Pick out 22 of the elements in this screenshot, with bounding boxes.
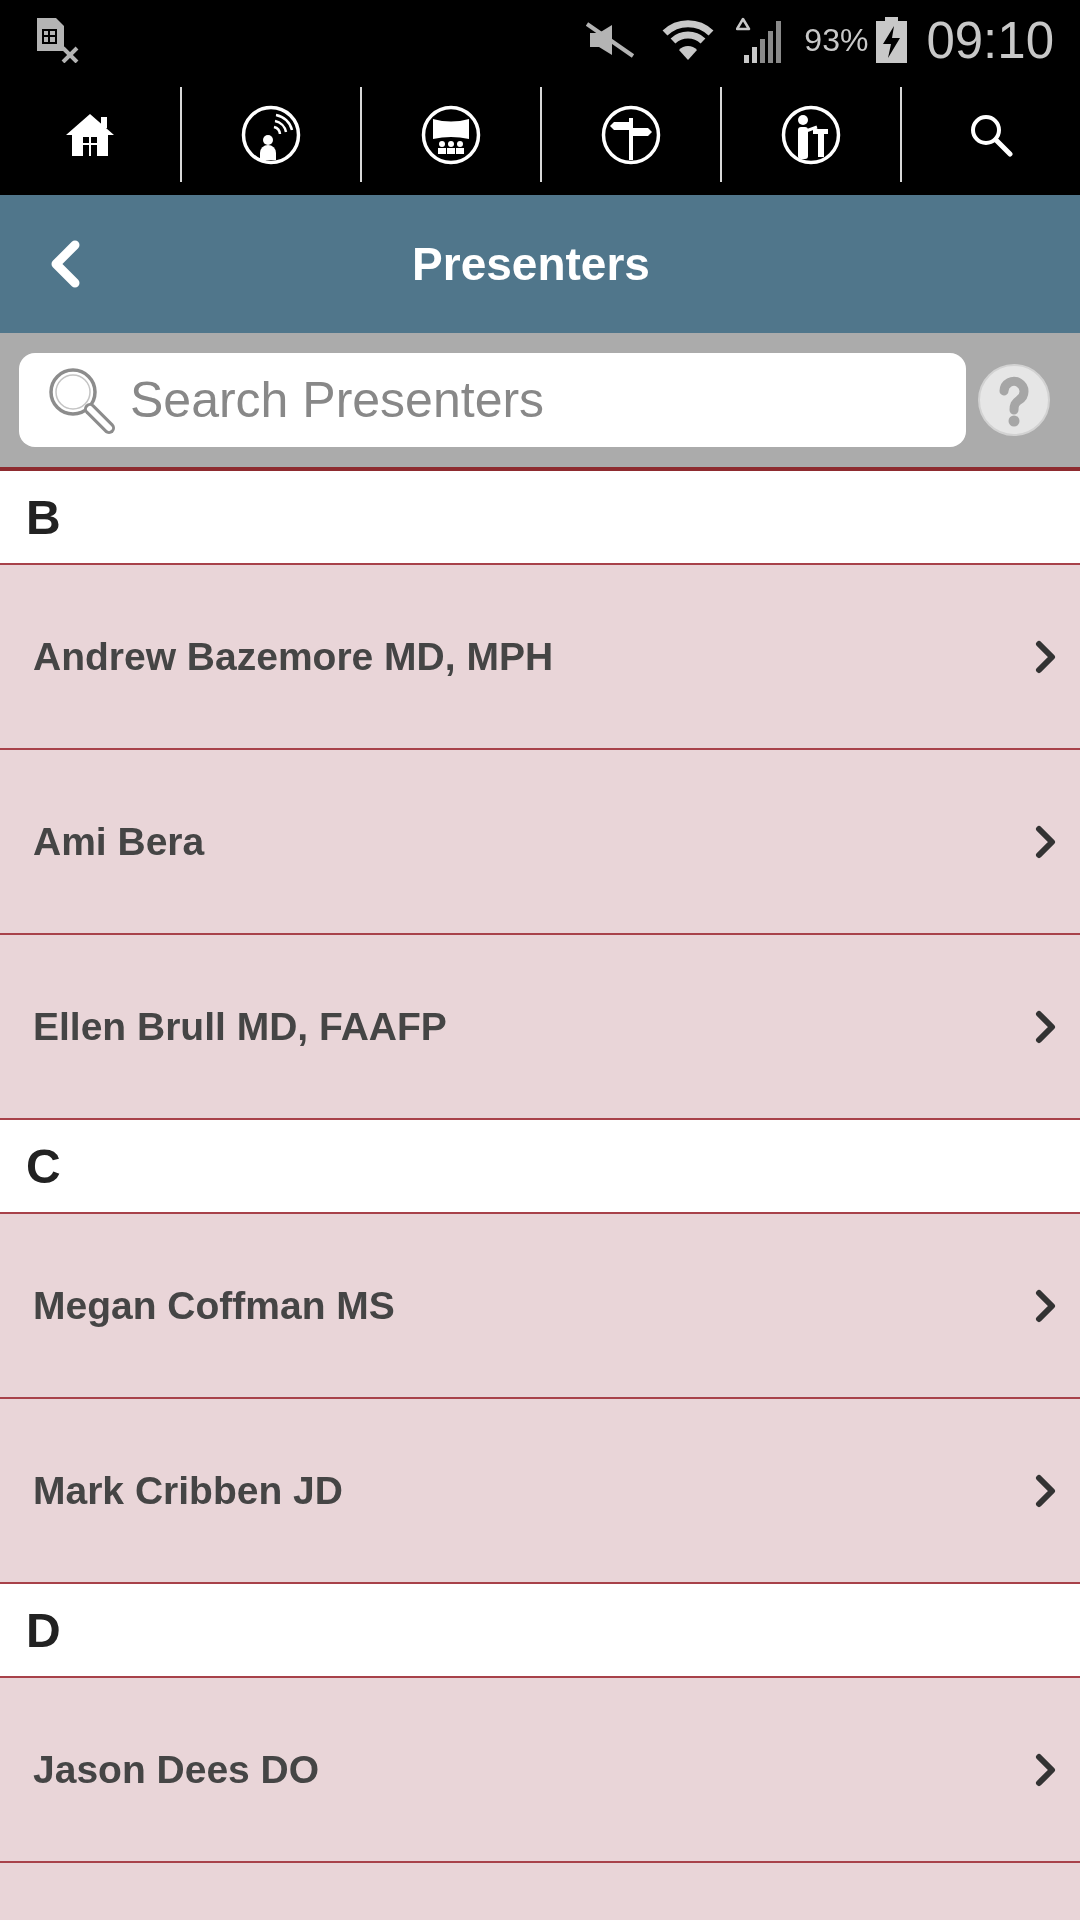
home-icon[interactable] [65, 112, 115, 157]
sim-card-icon [34, 17, 80, 63]
battery-charging-icon [875, 17, 909, 63]
signpost-icon[interactable] [601, 104, 661, 165]
section-header: C [0, 1120, 1080, 1214]
section-header: B [0, 471, 1080, 565]
chevron-icon [1035, 824, 1057, 859]
speaker-podium-icon[interactable] [781, 104, 841, 165]
chevron-icon [1035, 1288, 1057, 1323]
chevron-icon [1035, 1009, 1057, 1044]
muted-speaker-icon [585, 22, 636, 58]
battery-percent: 93% [804, 21, 869, 59]
section-header: D [0, 1584, 1080, 1678]
clock-time: 09:10 [926, 10, 1054, 70]
page-title: Presenters [412, 237, 650, 291]
person-broadcast-icon[interactable] [241, 104, 301, 165]
chevron-icon [1035, 1752, 1057, 1787]
chevron-icon [1035, 1473, 1057, 1508]
chevron-icon [1035, 639, 1057, 674]
search-field[interactable]: Search Presenters [19, 353, 966, 447]
theater-screen-icon[interactable] [421, 104, 481, 165]
search-icon[interactable] [969, 112, 1013, 157]
